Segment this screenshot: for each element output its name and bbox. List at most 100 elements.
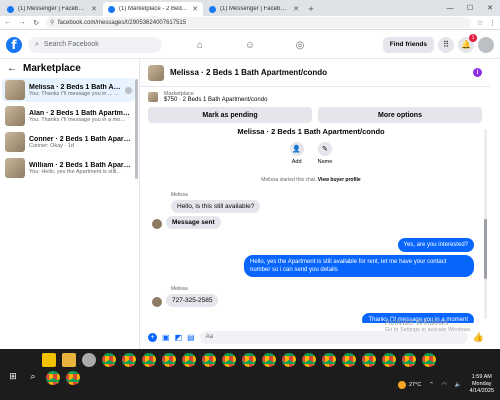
speaker-icon[interactable]: 🔈 <box>455 382 462 388</box>
add-button[interactable]: 👤 Add <box>289 142 304 165</box>
forward-icon[interactable]: → <box>18 19 26 26</box>
close-window-icon[interactable]: ✕ <box>480 0 500 16</box>
browser-tab[interactable]: (1) Messenger | Facebook ✕ <box>2 2 102 16</box>
browser-tabstrip: (1) Messenger | Facebook ✕ (1) Marketpla… <box>0 0 500 16</box>
image-icon[interactable]: ▣ <box>162 333 170 342</box>
sender-name: Melissa <box>171 192 188 198</box>
menu-grid-icon[interactable]: ⠿ <box>438 36 454 53</box>
minimize-icon[interactable]: — <box>440 0 460 16</box>
more-options-button[interactable]: More options <box>318 107 482 123</box>
back-arrow-icon[interactable]: ← <box>7 63 17 74</box>
browser-tab-active[interactable]: (1) Marketplace - 2 Beds 1 Bath ✕ <box>103 2 203 16</box>
site-info-icon[interactable]: ⚲ <box>50 19 54 26</box>
account-avatar[interactable] <box>478 36 494 53</box>
message-bubble[interactable]: Hello, is this still available? <box>171 200 261 213</box>
maximize-icon[interactable]: ☐ <box>460 0 480 16</box>
weather-widget[interactable]: 27°C <box>397 380 421 389</box>
clock-day: Monday <box>471 381 492 388</box>
chrome-icon[interactable] <box>422 353 436 367</box>
groups-icon[interactable]: ◎ <box>290 35 310 55</box>
avatar[interactable] <box>152 219 162 229</box>
chat-header: Melissa · 2 Beds 1 Bath Apartment/condo … <box>140 59 490 87</box>
home-icon[interactable]: ⌂ <box>190 35 210 55</box>
sidebar-scrollbar[interactable] <box>135 79 138 179</box>
chrome-icon[interactable] <box>242 353 256 367</box>
chrome-icon[interactable] <box>302 353 316 367</box>
chrome-icon[interactable] <box>282 353 296 367</box>
chrome-icon[interactable] <box>162 353 176 367</box>
chrome-icon[interactable] <box>362 353 376 367</box>
scrollbar-thumb[interactable] <box>484 219 487 279</box>
chat-scrollbar[interactable] <box>484 129 487 319</box>
like-icon[interactable]: 👍 <box>473 332 484 343</box>
conversation-item[interactable]: Conner · 2 Beds 1 Bath Apartment/... Con… <box>2 130 135 154</box>
tab-title: (1) Messenger | Facebook <box>220 6 290 12</box>
close-icon[interactable]: ✕ <box>192 5 198 13</box>
search-input[interactable]: ⌕ Search Facebook <box>28 36 162 53</box>
wifi-icon[interactable]: ◠ <box>442 382 447 388</box>
taskbar-bottom-row: ⊞ ⌕ <box>6 371 80 385</box>
chat-panel: Melissa · 2 Beds 1 Bath Apartment/condo … <box>140 59 490 349</box>
close-icon[interactable]: ✕ <box>293 5 299 13</box>
conversation-item[interactable]: William · 2 Beds 1 Bath Apartme... You: … <box>2 156 135 180</box>
search-placeholder: Search Facebook <box>43 41 99 48</box>
info-icon[interactable]: i <box>473 68 482 77</box>
chrome-icon[interactable] <box>402 353 416 367</box>
chat-title[interactable]: Melissa · 2 Beds 1 Bath Apartment/condo <box>170 68 467 77</box>
message-bubble[interactable]: 727-325-2585 <box>166 294 219 308</box>
gif-icon[interactable]: ▤ <box>187 333 195 342</box>
browser-tab[interactable]: (1) Messenger | Facebook ✕ <box>204 2 304 16</box>
chrome-icon[interactable] <box>142 353 156 367</box>
chrome-icon[interactable] <box>102 353 116 367</box>
conversation-item[interactable]: Alan · 2 Beds 1 Bath Apartment/... You: … <box>2 104 135 128</box>
search-icon[interactable]: ⌕ <box>26 371 40 385</box>
chrome-icon[interactable] <box>342 353 356 367</box>
conversation-name: Conner · 2 Beds 1 Bath Apartment/... <box>29 135 132 143</box>
name-label: Name <box>317 159 333 165</box>
bookmark-star-icon[interactable]: ☆ <box>477 19 483 27</box>
message-bubble[interactable]: Yes, are you interested? <box>397 238 474 253</box>
chrome-icon[interactable] <box>46 371 60 385</box>
chrome-icon[interactable] <box>202 353 216 367</box>
start-windows-icon[interactable]: ⊞ <box>6 371 20 385</box>
close-icon[interactable]: ✕ <box>91 5 97 13</box>
find-friends-button[interactable]: Find friends <box>382 36 434 53</box>
plus-icon[interactable]: + <box>148 332 157 342</box>
message-bubble[interactable]: Message sent <box>166 216 221 229</box>
name-button[interactable]: ✎ Name <box>317 142 333 165</box>
facebook-logo-icon[interactable]: f <box>6 36 22 53</box>
back-icon[interactable]: ← <box>4 19 12 26</box>
friends-icon[interactable]: ☺ <box>240 35 260 55</box>
sticky-notes-icon[interactable] <box>42 353 56 367</box>
sticker-icon[interactable]: ◩ <box>175 333 183 342</box>
chrome-icon[interactable] <box>182 353 196 367</box>
pencil-icon: ✎ <box>317 142 332 156</box>
file-explorer-icon[interactable] <box>62 353 76 367</box>
notifications-bell-icon[interactable]: 🔔 1 <box>458 33 477 53</box>
conversation-name: Melissa · 2 Beds 1 Bath Apartment/... <box>29 83 121 91</box>
url-field[interactable]: ⚲ facebook.com/messages/t/29053624007617… <box>46 17 471 28</box>
listing-summary[interactable]: Marketplace $750 · 2 Beds 1 Bath Apartme… <box>140 87 490 107</box>
new-tab-button[interactable]: + <box>305 2 317 16</box>
app-icon[interactable] <box>82 353 96 367</box>
listing-thumbnail <box>5 80 25 100</box>
chrome-icon[interactable] <box>66 371 80 385</box>
sender-name: Melissa <box>171 286 188 293</box>
view-buyer-profile-link[interactable]: View buyer profile <box>318 177 361 183</box>
conversation-item[interactable]: Melissa · 2 Beds 1 Bath Apartment/... Yo… <box>2 78 135 102</box>
message-bubble[interactable]: Hello, yes the Apartment is still availa… <box>244 255 474 278</box>
chrome-icon[interactable] <box>322 353 336 367</box>
avatar[interactable] <box>152 297 162 308</box>
chevron-up-icon[interactable]: ⌃ <box>429 382 434 388</box>
chrome-icon[interactable] <box>262 353 276 367</box>
clock-time: 1:59 AM <box>471 374 492 380</box>
chrome-icon[interactable] <box>122 353 136 367</box>
chrome-icon[interactable] <box>222 353 236 367</box>
reload-icon[interactable]: ↻ <box>32 19 40 27</box>
message-thread: Melissa · 2 Beds 1 Bath Apartment/condo … <box>140 125 482 323</box>
mark-pending-button[interactable]: Mark as pending <box>148 107 312 123</box>
menu-dots-icon[interactable]: ⋮ <box>489 19 496 27</box>
clock[interactable]: 1:59 AM Monday 4/14/2025 <box>470 374 494 395</box>
chrome-icon[interactable] <box>382 353 396 367</box>
activate-windows-watermark: Activate Windows Go to Settings to activ… <box>385 318 472 333</box>
